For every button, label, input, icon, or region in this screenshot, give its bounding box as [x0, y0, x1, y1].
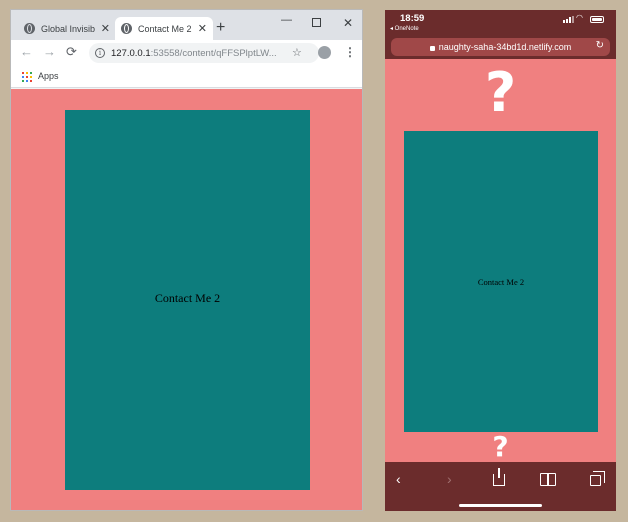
contact-card-text: Contact Me 2: [477, 277, 525, 287]
url-path: :53558/content/qFFSPlptLW...: [150, 47, 277, 59]
kebab-menu-icon[interactable]: ⋮: [344, 45, 356, 59]
tab-strip: Global Invisib ✕ Contact Me 2 ✕ + — ✕: [11, 10, 362, 40]
question-mark-bottom: ?: [492, 430, 509, 463]
address-bar[interactable]: i 127.0.0.1 :53558/content/qFFSPlptLW...: [89, 43, 319, 63]
mobile-browser-screen: 18:59 ◂ OneNote ◠ naughty-saha-34bd1d.ne…: [385, 10, 616, 511]
home-indicator[interactable]: [459, 504, 542, 507]
back-button[interactable]: ←: [20, 44, 33, 59]
signal-icon: [563, 16, 574, 23]
battery-icon: [590, 16, 604, 23]
bookmarks-icon[interactable]: [540, 473, 556, 486]
status-time: 18:59: [400, 13, 425, 24]
browser-toolbar: ← → ⟳ i 127.0.0.1 :53558/content/qFFSPlp…: [11, 40, 362, 66]
question-mark-top: ?: [484, 61, 517, 124]
back-button[interactable]: ‹: [396, 471, 401, 487]
star-icon[interactable]: ☆: [292, 46, 302, 59]
contact-card: Contact Me 2: [404, 131, 598, 432]
desktop-page-viewport: Contact Me 2: [11, 89, 362, 510]
forward-button[interactable]: ›: [447, 471, 452, 487]
globe-icon: [24, 23, 35, 34]
minimize-button[interactable]: —: [281, 14, 292, 26]
close-icon[interactable]: ✕: [101, 22, 110, 35]
url-bar[interactable]: naughty-saha-34bd1d.netlify.com ↻: [391, 38, 610, 56]
back-to-app-link[interactable]: ◂ OneNote: [390, 25, 419, 32]
tab-global-invisible[interactable]: Global Invisib ✕: [18, 17, 116, 40]
tabs-icon[interactable]: [590, 471, 605, 486]
url-host: 127.0.0.1: [111, 47, 151, 59]
tab-contact-me[interactable]: Contact Me 2 ✕: [115, 17, 213, 40]
forward-button[interactable]: →: [43, 44, 56, 59]
apps-grid-icon[interactable]: [22, 72, 32, 82]
url-bar-container: naughty-saha-34bd1d.netlify.com ↻: [385, 37, 616, 59]
new-tab-button[interactable]: +: [216, 19, 225, 37]
contact-card: Contact Me 2: [65, 110, 310, 490]
desktop-browser-window: Global Invisib ✕ Contact Me 2 ✕ + — ✕ ← …: [10, 9, 363, 511]
contact-card-text: Contact Me 2: [154, 291, 221, 305]
apps-link[interactable]: Apps: [38, 71, 59, 81]
window-close-button[interactable]: ✕: [343, 16, 353, 30]
lock-icon: [429, 45, 435, 51]
info-icon[interactable]: i: [95, 48, 105, 58]
tab-label: Contact Me 2: [138, 23, 192, 34]
profile-icon[interactable]: [318, 46, 331, 59]
tab-label: Global Invisib: [41, 23, 96, 34]
safari-toolbar: ‹ ›: [385, 462, 616, 511]
close-icon[interactable]: ✕: [198, 22, 207, 35]
globe-icon: [121, 23, 132, 34]
status-bar: 18:59 ◂ OneNote ◠: [385, 10, 616, 37]
wifi-icon: ◠: [576, 13, 583, 22]
url-text: naughty-saha-34bd1d.netlify.com: [438, 42, 572, 52]
reload-icon[interactable]: ↻: [596, 40, 604, 51]
bookmarks-bar: Apps: [11, 66, 362, 88]
share-icon[interactable]: [493, 468, 505, 486]
reload-button[interactable]: ⟳: [66, 44, 77, 60]
maximize-button[interactable]: [312, 18, 321, 27]
